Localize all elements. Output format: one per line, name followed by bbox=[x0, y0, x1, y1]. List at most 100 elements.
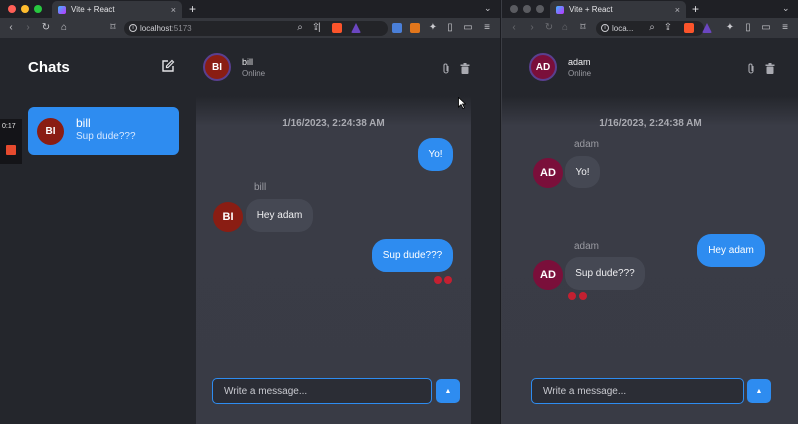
chat-panel: AD adam Online 1/16/2023, 2:24:38 AM ada… bbox=[502, 38, 798, 424]
outgoing-message: Yo! bbox=[418, 138, 453, 171]
avatar: BI bbox=[203, 53, 231, 81]
caret-up-icon: ▲ bbox=[755, 387, 763, 395]
contact-status: Online bbox=[568, 69, 592, 78]
translate-extension-icon[interactable] bbox=[392, 23, 402, 33]
composer: ▲ bbox=[196, 374, 471, 424]
menu-icon[interactable]: ≡ bbox=[481, 22, 493, 34]
message-list: 1/16/2023, 2:24:38 AM adam AD Yo! Hey ad… bbox=[502, 96, 798, 424]
reload-icon[interactable]: ↻ bbox=[40, 22, 52, 34]
bookmark-icon[interactable]: ⌑ bbox=[107, 22, 119, 34]
browser-tab[interactable]: Vite + React × bbox=[52, 1, 182, 18]
message-list: 1/16/2023, 2:24:38 AM Yo! bill BI Hey ad… bbox=[196, 96, 471, 424]
bookmark-icon[interactable]: ⌑ bbox=[577, 22, 589, 34]
zoom-window-button[interactable] bbox=[536, 5, 544, 13]
avatar: AD bbox=[533, 260, 563, 290]
message-timestamp: 1/16/2023, 2:24:38 AM bbox=[282, 118, 385, 129]
chat-header: BI bill Online bbox=[196, 38, 471, 96]
browser-toolbar: ‹ › ↻ ⌂ ⌑ i localhost:5173 ⌕ ⇪ | ✦ ▯ ▭ ≡ bbox=[0, 18, 500, 38]
chats-title: Chats bbox=[28, 59, 70, 76]
outgoing-message: Hey adam bbox=[697, 234, 765, 267]
vite-favicon-icon bbox=[556, 5, 564, 14]
brave-shields-icon[interactable] bbox=[684, 23, 694, 33]
conversation-item-bill[interactable]: BI bill Sup dude??? bbox=[28, 107, 179, 155]
left-browser-window: Vite + React × + ⌄ ‹ › ↻ ⌂ ⌑ i localhost… bbox=[0, 0, 500, 424]
back-arrow-icon[interactable]: ‹ bbox=[508, 22, 520, 34]
reaction-icon bbox=[434, 276, 442, 284]
menu-icon[interactable]: ≡ bbox=[779, 22, 791, 34]
forward-arrow-icon[interactable]: › bbox=[526, 22, 538, 34]
conversation-preview: Sup dude??? bbox=[76, 131, 136, 142]
contact-status: Online bbox=[242, 69, 266, 78]
tab-list-chevron-icon[interactable]: ⌄ bbox=[484, 3, 492, 14]
avatar: AD bbox=[533, 158, 563, 188]
avatar: BI bbox=[213, 202, 243, 232]
chat-header: AD adam Online bbox=[502, 38, 798, 96]
close-tab-icon[interactable]: × bbox=[675, 5, 680, 15]
send-button[interactable]: ▲ bbox=[747, 379, 771, 403]
zoom-icon[interactable]: ⌕ bbox=[294, 22, 306, 34]
stop-recording-button[interactable] bbox=[6, 145, 16, 155]
sidebar-toggle-icon[interactable]: ▯ bbox=[742, 22, 754, 34]
screen-recorder-widget: 0:17 bbox=[0, 119, 22, 164]
zoom-window-button[interactable] bbox=[34, 5, 42, 13]
new-tab-button[interactable]: + bbox=[189, 2, 196, 16]
wallet-icon[interactable]: ▭ bbox=[760, 22, 772, 34]
paperclip-icon[interactable] bbox=[746, 63, 756, 75]
compose-icon[interactable] bbox=[161, 59, 175, 73]
reaction-icon bbox=[568, 292, 576, 300]
contact-name: bill bbox=[242, 57, 254, 67]
conversation-name: bill bbox=[76, 116, 91, 130]
reload-icon[interactable]: ↻ bbox=[543, 22, 555, 34]
tab-strip: Vite + React × + ⌄ bbox=[502, 0, 798, 18]
url-port: :5173 bbox=[171, 24, 192, 33]
site-info-icon[interactable]: i bbox=[129, 24, 137, 32]
contact-name: adam bbox=[568, 57, 591, 67]
extensions-puzzle-icon[interactable]: ✦ bbox=[427, 22, 439, 34]
reaction-icon bbox=[444, 276, 452, 284]
minimize-window-button[interactable] bbox=[21, 5, 29, 13]
trash-icon[interactable] bbox=[765, 63, 775, 74]
mouse-cursor-icon bbox=[458, 97, 466, 109]
share-icon[interactable]: ⇪ bbox=[662, 22, 674, 34]
wallet-icon[interactable]: ▭ bbox=[462, 22, 474, 34]
tab-strip: Vite + React × + ⌄ bbox=[0, 0, 500, 18]
home-icon[interactable]: ⌂ bbox=[559, 22, 571, 34]
chat-panel: BI bill Online 1/16/2023, 2:24:38 AM Yo!… bbox=[196, 38, 471, 424]
brave-shields-icon[interactable] bbox=[332, 23, 342, 33]
right-browser-window: Vite + React × + ⌄ ‹ › ↻ ⌂ ⌑ i loca... ⌕… bbox=[501, 0, 798, 424]
reaction-icon bbox=[579, 292, 587, 300]
chats-sidebar: Chats 0:17 BI bill Sup dude??? bbox=[0, 38, 192, 424]
window-controls bbox=[8, 5, 42, 13]
home-icon[interactable]: ⌂ bbox=[58, 22, 70, 34]
message-input[interactable] bbox=[531, 378, 744, 404]
extensions-puzzle-icon[interactable]: ✦ bbox=[724, 22, 736, 34]
trash-icon[interactable] bbox=[460, 63, 470, 74]
tab-list-chevron-icon[interactable]: ⌄ bbox=[782, 3, 790, 14]
divider: | bbox=[318, 22, 321, 33]
site-info-icon[interactable]: i bbox=[601, 24, 609, 32]
browser-toolbar: ‹ › ↻ ⌂ ⌑ i loca... ⌕ ⇪ ✦ ▯ ▭ ≡ bbox=[502, 18, 798, 38]
back-arrow-icon[interactable]: ‹ bbox=[5, 22, 17, 34]
tab-title: Vite + React bbox=[569, 5, 613, 14]
caret-up-icon: ▲ bbox=[444, 387, 452, 395]
incoming-message: Yo! bbox=[565, 156, 600, 188]
paperclip-icon[interactable] bbox=[441, 63, 451, 75]
app-page: Chats 0:17 BI bill Sup dude??? BI bill O… bbox=[0, 38, 500, 424]
message-input[interactable] bbox=[212, 378, 432, 404]
browser-tab[interactable]: Vite + React × bbox=[550, 1, 686, 18]
metamask-extension-icon[interactable] bbox=[410, 23, 420, 33]
send-button[interactable]: ▲ bbox=[436, 379, 460, 403]
composer: ▲ bbox=[502, 374, 798, 424]
minimize-window-button[interactable] bbox=[523, 5, 531, 13]
url-host: loca... bbox=[612, 24, 634, 33]
new-tab-button[interactable]: + bbox=[692, 2, 699, 16]
close-tab-icon[interactable]: × bbox=[171, 5, 176, 15]
avatar: AD bbox=[529, 53, 557, 81]
close-window-button[interactable] bbox=[8, 5, 16, 13]
message-sender: adam bbox=[574, 139, 600, 150]
sidebar-toggle-icon[interactable]: ▯ bbox=[444, 22, 456, 34]
close-window-button[interactable] bbox=[510, 5, 518, 13]
forward-arrow-icon[interactable]: › bbox=[22, 22, 34, 34]
zoom-icon[interactable]: ⌕ bbox=[646, 22, 658, 34]
address-bar[interactable]: i localhost:5173 ⌕ ⇪ | bbox=[124, 21, 388, 36]
